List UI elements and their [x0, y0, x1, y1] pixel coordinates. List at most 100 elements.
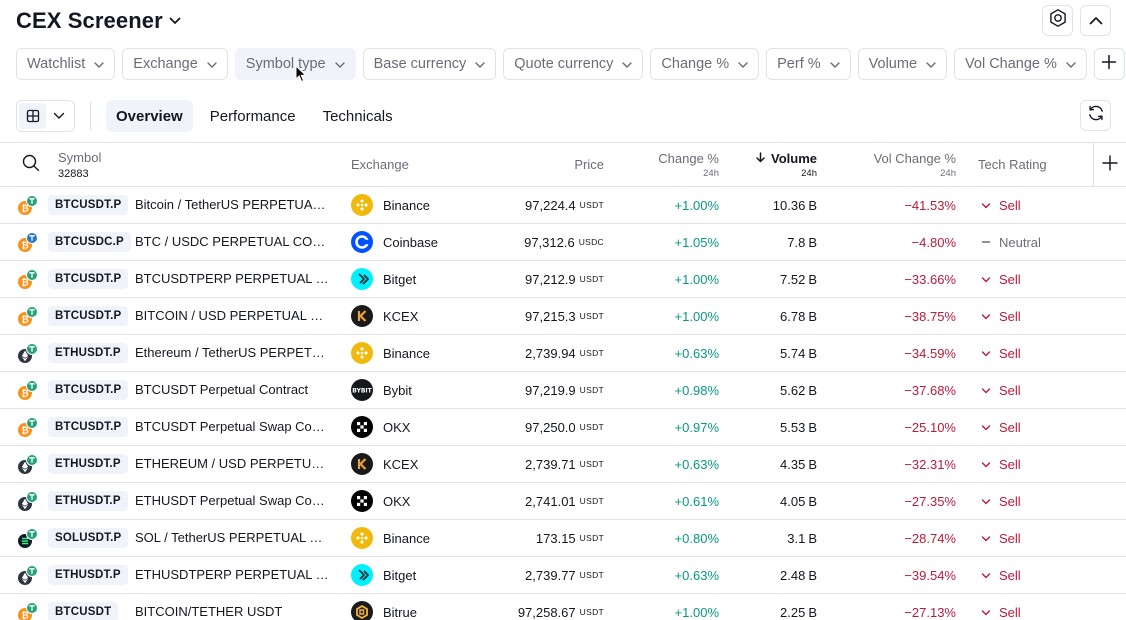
- search-button[interactable]: [22, 143, 40, 186]
- sol-usdt-pair-icon: [15, 520, 41, 556]
- price-unit: USDT: [579, 496, 604, 506]
- column-price[interactable]: Price: [574, 143, 604, 186]
- column-exchange[interactable]: Exchange: [351, 143, 409, 186]
- symbol-description[interactable]: BTCUSDT Perpetual Swap Contract: [135, 409, 331, 445]
- add-column-button[interactable]: [1093, 143, 1126, 186]
- filter-label: Perf %: [777, 56, 821, 72]
- ticker-badge[interactable]: BTCUSDT.P: [48, 298, 129, 334]
- table-row[interactable]: SOLUSDT.P SOL / TetherUS PERPETUAL CONTR…: [0, 520, 1126, 557]
- refresh-button[interactable]: [1080, 100, 1111, 131]
- price-value: 173.15: [535, 530, 576, 546]
- table-row[interactable]: ETHUSDT.P Ethereum / TetherUS PERPETUAL …: [0, 335, 1126, 372]
- table-row[interactable]: ₿ BTCUSDT.P Bitcoin / TetherUS PERPETUAL…: [0, 187, 1126, 224]
- add-filter-button[interactable]: [1093, 48, 1125, 80]
- page-title[interactable]: CEX Screener: [16, 8, 163, 34]
- layout-switcher[interactable]: [16, 100, 75, 132]
- ticker-badge[interactable]: BTCUSDT.P: [48, 372, 129, 408]
- chevron-down-icon[interactable]: [169, 17, 181, 25]
- volume-unit: B: [808, 456, 817, 472]
- chevron-down-icon: [981, 457, 991, 472]
- ticker-text: BTCUSDT.P: [48, 269, 129, 289]
- volume-cell: 3.1 B: [787, 520, 817, 556]
- column-tech-rating[interactable]: Tech Rating: [978, 143, 1047, 186]
- ticker-badge[interactable]: BTCUSDT.P: [48, 261, 129, 297]
- price-cell: 2,739.94 USDT: [525, 335, 604, 371]
- collapse-button[interactable]: [1080, 5, 1111, 36]
- table-row[interactable]: ₿ BTCUSDT BITCOIN/TETHER USDT Bitrue 97,…: [0, 594, 1126, 620]
- symbol-description[interactable]: BTCUSDT Perpetual Contract: [135, 372, 331, 408]
- ticker-badge[interactable]: BTCUSDT: [48, 594, 119, 620]
- vol-change-cell: −33.66%: [904, 271, 956, 287]
- symbol-description[interactable]: ETHUSDTPERP PERPETUAL MIX CONTRACT: [135, 557, 331, 593]
- ticker-badge[interactable]: ETHUSDT.P: [48, 557, 128, 593]
- filter-volume[interactable]: Volume: [857, 48, 948, 80]
- btc-usdt-pair-icon: ₿: [15, 372, 41, 408]
- bitrue-logo-icon: [351, 594, 373, 620]
- symbol-description[interactable]: BTCUSDTPERP PERPETUAL MIX CONTRACT: [135, 261, 331, 297]
- filter-vol-change-percent[interactable]: Vol Change %: [954, 48, 1087, 80]
- table-row[interactable]: ₿ BTCUSDC.P BTC / USDC PERPETUAL CONTRAC…: [0, 224, 1126, 261]
- table-row[interactable]: ₿ BTCUSDT.P BTCUSDT Perpetual Swap Contr…: [0, 409, 1126, 446]
- tab-technicals[interactable]: Technicals: [313, 100, 403, 132]
- binance-logo-icon: [351, 335, 373, 371]
- filter-perf-percent[interactable]: Perf %: [766, 48, 851, 80]
- chevron-down-icon: [981, 272, 991, 287]
- table-layout-icon[interactable]: [19, 103, 46, 129]
- symbol-description[interactable]: BITCOIN/TETHER USDT: [135, 594, 331, 620]
- filter-watchlist[interactable]: Watchlist: [16, 48, 116, 80]
- column-change[interactable]: Change % 24h: [658, 143, 719, 186]
- table-row[interactable]: ETHUSDT.P ETHUSDTPERP PERPETUAL MIX CONT…: [0, 557, 1126, 594]
- symbol-description[interactable]: SOL / TetherUS PERPETUAL CONTRACT: [135, 520, 331, 556]
- chevron-down-icon: [981, 531, 991, 546]
- symbol-description[interactable]: ETHUSDT Perpetual Swap Contract: [135, 483, 331, 519]
- symbol-description[interactable]: BITCOIN / USD PERPETUAL SWAP CONTRACT: [135, 298, 331, 334]
- column-vol-change[interactable]: Vol Change % 24h: [874, 143, 956, 186]
- ticker-badge[interactable]: SOLUSDT.P: [48, 520, 129, 556]
- vol-change-cell: −28.74%: [904, 530, 956, 546]
- table-row[interactable]: ETHUSDT.P ETHUSDT Perpetual Swap Contrac…: [0, 483, 1126, 520]
- chevron-down-icon[interactable]: [50, 112, 65, 120]
- eth-usdt-pair-icon: [15, 483, 41, 519]
- symbol-description[interactable]: Bitcoin / TetherUS PERPETUAL CONTRACT: [135, 187, 331, 223]
- ticker-text: BTCUSDT.P: [48, 417, 129, 437]
- price-cell: 173.15 USDT: [536, 520, 604, 556]
- table-row[interactable]: ₿ BTCUSDT.P BTCUSDT Perpetual Contract B…: [0, 372, 1126, 409]
- btc-usdt-pair-icon: ₿: [15, 594, 41, 620]
- table-row[interactable]: ₿ BTCUSDT.P BITCOIN / USD PERPETUAL SWAP…: [0, 298, 1126, 335]
- price-cell: 2,739.77 USDT: [525, 557, 604, 593]
- ticker-badge[interactable]: ETHUSDT.P: [48, 483, 128, 519]
- ticker-badge[interactable]: BTCUSDT.P: [48, 187, 129, 223]
- chevron-down-icon: [981, 568, 991, 583]
- okx-logo-icon: [351, 483, 373, 519]
- btc-usdt-pair-icon: ₿: [15, 187, 41, 223]
- symbol-description[interactable]: ETHEREUM / USD PERPETUAL SWAP CONTRACT: [135, 446, 331, 482]
- tab-performance[interactable]: Performance: [200, 100, 306, 132]
- kcex-logo-icon: [351, 298, 373, 334]
- ticker-badge[interactable]: BTCUSDT.P: [48, 409, 129, 445]
- filter-change-percent[interactable]: Change %: [650, 48, 760, 80]
- volume-value: 5.62: [780, 382, 806, 398]
- price-unit: USDT: [579, 348, 604, 358]
- symbol-description[interactable]: Ethereum / TetherUS PERPETUAL CONTRACT: [135, 335, 331, 371]
- filter-base-currency[interactable]: Base currency: [362, 48, 497, 80]
- column-volume[interactable]: Volume 24h: [756, 143, 817, 186]
- column-symbol[interactable]: Symbol 32883: [58, 143, 101, 186]
- table-row[interactable]: ETHUSDT.P ETHEREUM / USD PERPETUAL SWAP …: [0, 446, 1126, 483]
- table-row[interactable]: ₿ BTCUSDT.P BTCUSDTPERP PERPETUAL MIX CO…: [0, 261, 1126, 298]
- settings-button[interactable]: [1042, 5, 1073, 36]
- exchange-name: Bitget: [383, 271, 417, 287]
- volume-unit: B: [808, 345, 817, 361]
- filter-exchange[interactable]: Exchange: [122, 48, 228, 80]
- tab-overview[interactable]: Overview: [106, 100, 193, 132]
- symbol-description[interactable]: BTC / USDC PERPETUAL CONTRACT: [135, 224, 331, 260]
- price-cell: 2,739.71 USDT: [525, 446, 604, 482]
- ticker-badge[interactable]: ETHUSDT.P: [48, 446, 128, 482]
- change-cell: +1.00%: [674, 308, 719, 324]
- ticker-badge[interactable]: BTCUSDC.P: [48, 224, 131, 260]
- tech-rating-cell: Neutral: [981, 224, 1041, 260]
- filter-label: Watchlist: [27, 56, 86, 72]
- binance-logo-icon: [351, 520, 373, 556]
- filter-quote-currency[interactable]: Quote currency: [503, 48, 644, 80]
- ticker-text: ETHUSDT.P: [48, 565, 128, 585]
- ticker-badge[interactable]: ETHUSDT.P: [48, 335, 128, 371]
